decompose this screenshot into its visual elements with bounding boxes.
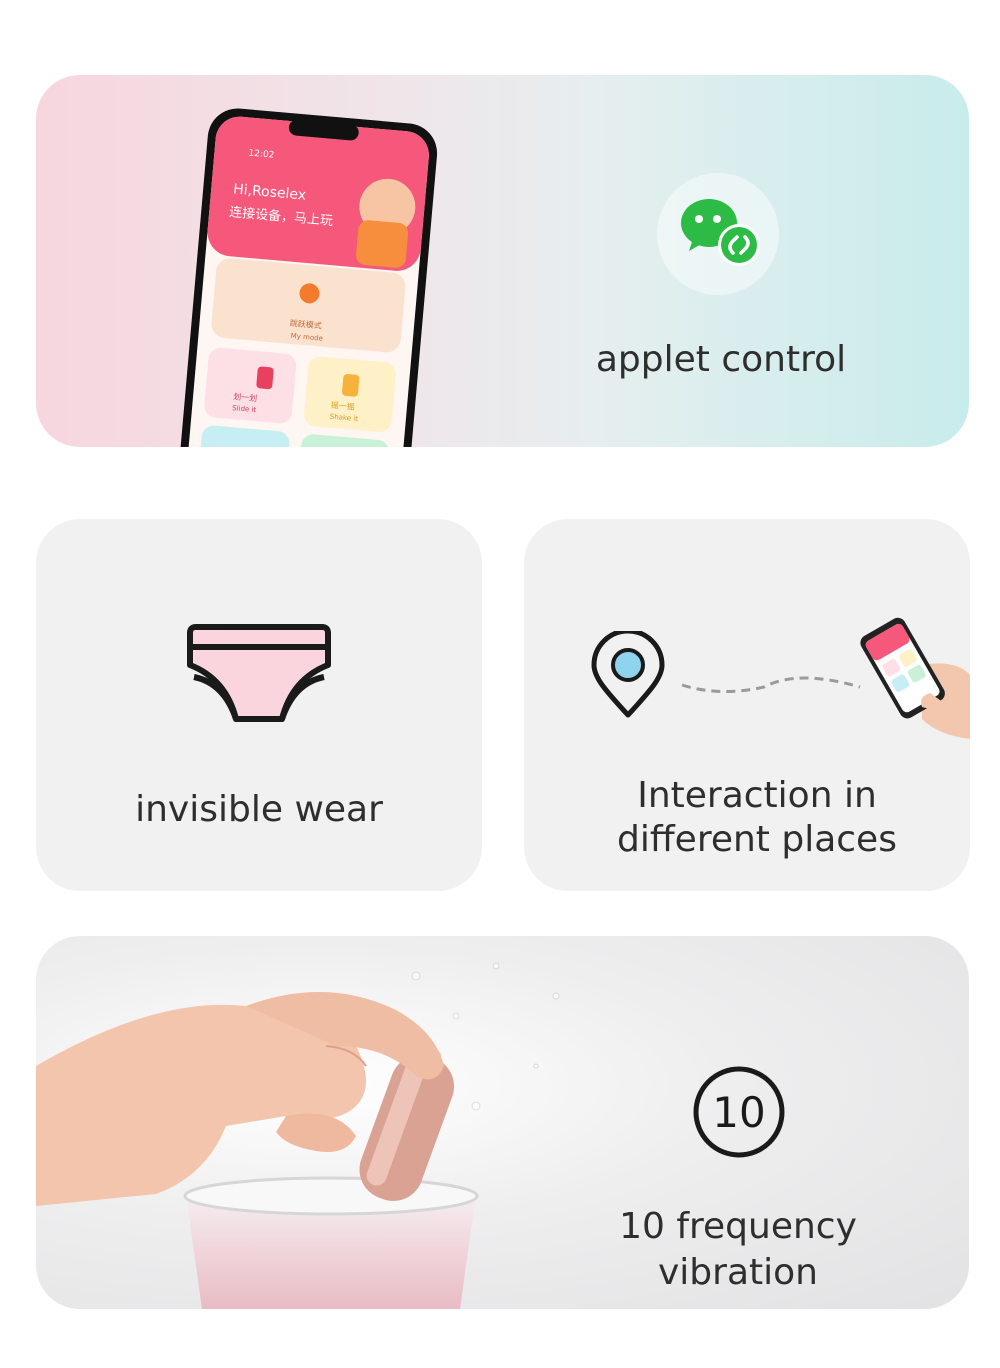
interaction-label-line1: Interaction in [637, 775, 877, 816]
invisible-wear-label: invisible wear [135, 789, 383, 830]
phone-tile2-cn: 划一划 [233, 391, 258, 403]
phone-app-screenshot: 12:02 Hi,Roselex 连接设备，马上玩 跳跃模式 My mode 划… [178, 108, 438, 447]
underwear-icon [187, 624, 331, 722]
interaction-label-line2: different places [617, 819, 897, 860]
interaction-card: Interaction in different places [524, 519, 970, 891]
wechat-miniprogram-icon [657, 173, 779, 295]
phone-tile3-cn: 摇一摇 [330, 400, 355, 412]
vibration-label: 10 frequency vibration [619, 1206, 857, 1293]
frequency-badge-icon: 10 [693, 1066, 785, 1158]
vibration-card: 10 10 frequency vibration [36, 936, 969, 1309]
invisible-wear-card: invisible wear [36, 519, 482, 891]
water-splash-photo [36, 962, 560, 1309]
applet-control-card: 12:02 Hi,Roselex 连接设备，马上玩 跳跃模式 My mode 划… [36, 75, 969, 447]
frequency-badge-number: 10 [712, 1088, 765, 1137]
applet-control-label: applet control [595, 339, 847, 380]
location-pin-icon [591, 631, 665, 718]
hand-phone-icon [860, 617, 970, 739]
dashed-connection-line [681, 676, 861, 693]
